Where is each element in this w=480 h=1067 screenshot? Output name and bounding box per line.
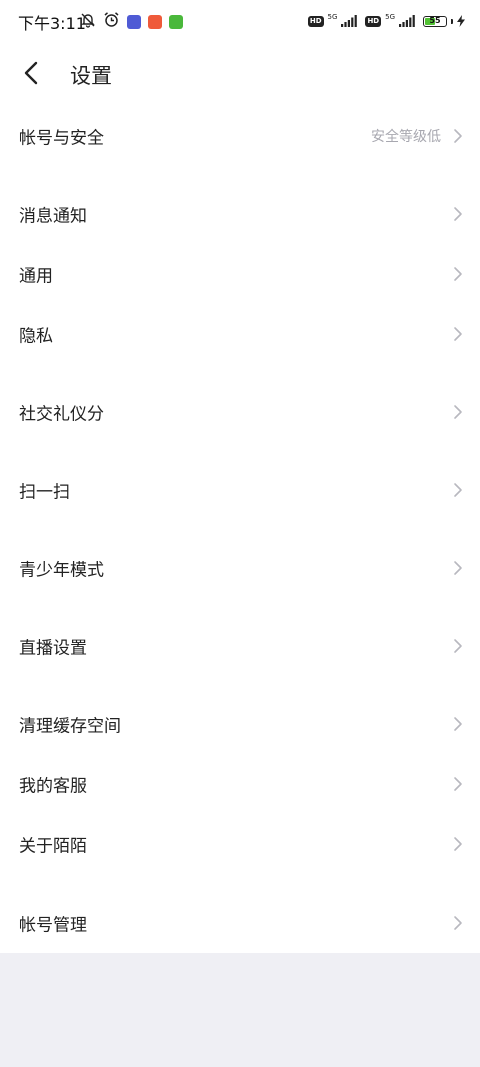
footer-background <box>0 953 480 1067</box>
top-app-bar: 设置 <box>0 44 480 102</box>
chevron-right-icon <box>454 837 462 851</box>
hd-badge: HD <box>307 16 324 27</box>
menu-item-privacy[interactable]: 隐私 <box>0 306 480 362</box>
chevron-right-icon <box>454 777 462 791</box>
menu-item-general[interactable]: 通用 <box>0 246 480 302</box>
chevron-right-icon <box>454 267 462 281</box>
menu-item-clear-cache[interactable]: 清理缓存空间 <box>0 696 480 752</box>
chevron-right-icon <box>454 916 462 930</box>
signal-icon <box>399 12 415 31</box>
alarm-icon <box>103 11 120 32</box>
menu-item-label: 社交礼仪分 <box>19 404 104 425</box>
chevron-right-icon <box>454 717 462 731</box>
chevron-left-icon <box>24 61 38 85</box>
app-notification-icon <box>127 14 141 29</box>
menu-item-label: 通用 <box>19 266 53 287</box>
menu-item-label: 隐私 <box>19 326 53 347</box>
chevron-right-icon <box>454 207 462 221</box>
menu-item-label: 帐号管理 <box>19 915 87 936</box>
menu-item-live-settings[interactable]: 直播设置 <box>0 618 480 674</box>
menu-item-account-security[interactable]: 帐号与安全 安全等级低 <box>0 108 480 164</box>
menu-item-about[interactable]: 关于陌陌 <box>0 816 480 872</box>
menu-item-label: 直播设置 <box>19 638 87 659</box>
status-right-icons: HD 5G HD 5G 55 <box>307 12 465 31</box>
menu-item-label: 我的客服 <box>19 776 87 797</box>
menu-item-teen-mode[interactable]: 青少年模式 <box>0 540 480 596</box>
menu-item-account-management[interactable]: 帐号管理 <box>0 895 480 951</box>
signal-icon <box>341 12 358 31</box>
menu-item-label: 消息通知 <box>19 206 87 227</box>
app-notification-icon <box>169 14 183 29</box>
chevron-right-icon <box>454 405 462 419</box>
menu-item-label: 扫一扫 <box>19 482 70 503</box>
chevron-right-icon <box>454 129 462 143</box>
security-level-hint: 安全等级低 <box>371 129 441 145</box>
menu-item-notifications[interactable]: 消息通知 <box>0 186 480 242</box>
network-type-label: 5G <box>327 12 338 21</box>
charging-bolt-icon <box>457 12 465 31</box>
app-notification-icon <box>148 14 162 29</box>
status-bar: 下午3:11 HD 5G HD 5G 55 <box>0 0 480 42</box>
chevron-right-icon <box>454 561 462 575</box>
menu-item-label: 关于陌陌 <box>19 836 87 857</box>
status-left-icons <box>80 11 183 32</box>
menu-item-social-etiquette-score[interactable]: 社交礼仪分 <box>0 384 480 440</box>
menu-item-label: 青少年模式 <box>19 560 104 581</box>
battery-percent: 55 <box>429 16 441 25</box>
battery-icon: 55 <box>423 16 447 27</box>
menu-item-scan[interactable]: 扫一扫 <box>0 462 480 518</box>
menu-item-label: 帐号与安全 <box>19 128 104 149</box>
back-button[interactable] <box>14 56 48 90</box>
hd-badge: HD <box>365 16 382 27</box>
mute-bell-icon <box>80 12 96 32</box>
menu-item-label: 清理缓存空间 <box>19 716 121 737</box>
menu-item-customer-service[interactable]: 我的客服 <box>0 756 480 812</box>
page-title: 设置 <box>70 64 112 88</box>
status-time: 下午3:11 <box>18 14 86 33</box>
chevron-right-icon <box>454 639 462 653</box>
battery-tip <box>451 19 453 24</box>
chevron-right-icon <box>454 327 462 341</box>
chevron-right-icon <box>454 483 462 497</box>
network-type-label: 5G <box>385 12 395 21</box>
